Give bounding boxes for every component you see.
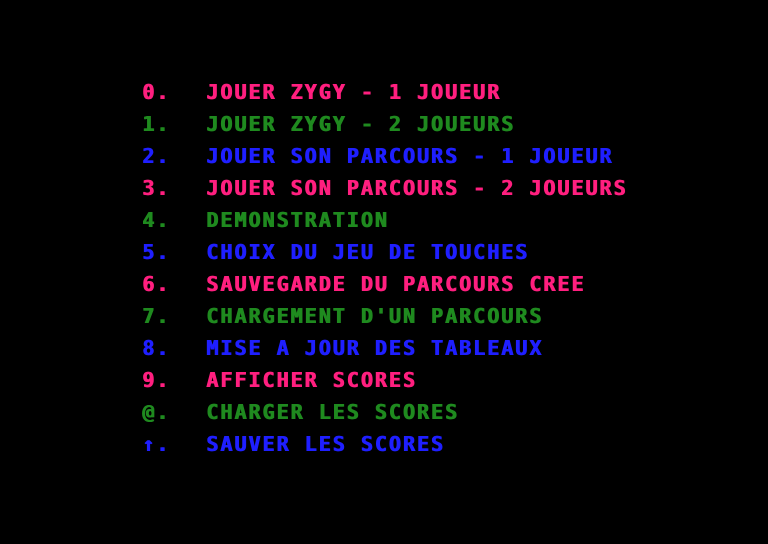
menu-key: 3.	[142, 176, 171, 200]
menu-item-sauver-scores[interactable]: ↑. SAUVER LES SCORES	[142, 428, 627, 460]
menu-label: JOUER SON PARCOURS - 1 JOUEUR	[206, 144, 614, 168]
menu-item-jouer-zygy-2-joueurs[interactable]: 1. JOUER ZYGY - 2 JOUEURS	[142, 108, 627, 140]
menu-label: CHARGEMENT D'UN PARCOURS	[206, 304, 543, 328]
main-menu: 0. JOUER ZYGY - 1 JOUEUR 1. JOUER ZYGY -…	[142, 76, 627, 460]
menu-label: SAUVEGARDE DU PARCOURS CREE	[206, 272, 586, 296]
menu-label: SAUVER LES SCORES	[206, 432, 445, 456]
menu-key: 9.	[142, 368, 171, 392]
menu-key: 6.	[142, 272, 171, 296]
menu-item-choix-touches[interactable]: 5. CHOIX DU JEU DE TOUCHES	[142, 236, 627, 268]
menu-item-jouer-parcours-2-joueurs[interactable]: 3. JOUER SON PARCOURS - 2 JOUEURS	[142, 172, 627, 204]
menu-label: JOUER ZYGY - 1 JOUEUR	[206, 80, 501, 104]
menu-label: CHARGER LES SCORES	[206, 400, 459, 424]
menu-key: 8.	[142, 336, 171, 360]
menu-item-jouer-parcours-1-joueur[interactable]: 2. JOUER SON PARCOURS - 1 JOUEUR	[142, 140, 627, 172]
menu-key: 1.	[142, 112, 171, 136]
menu-item-charger-scores[interactable]: @. CHARGER LES SCORES	[142, 396, 627, 428]
menu-item-mise-a-jour-tableaux[interactable]: 8. MISE A JOUR DES TABLEAUX	[142, 332, 627, 364]
menu-label: MISE A JOUR DES TABLEAUX	[206, 336, 543, 360]
menu-key: 7.	[142, 304, 171, 328]
menu-key: 0.	[142, 80, 171, 104]
game-screen: 0. JOUER ZYGY - 1 JOUEUR 1. JOUER ZYGY -…	[0, 0, 768, 544]
menu-item-afficher-scores[interactable]: 9. AFFICHER SCORES	[142, 364, 627, 396]
menu-item-demonstration[interactable]: 4. DEMONSTRATION	[142, 204, 627, 236]
menu-item-chargement-parcours[interactable]: 7. CHARGEMENT D'UN PARCOURS	[142, 300, 627, 332]
menu-key: 5.	[142, 240, 171, 264]
menu-label: JOUER SON PARCOURS - 2 JOUEURS	[206, 176, 628, 200]
menu-label: AFFICHER SCORES	[206, 368, 417, 392]
menu-key: 2.	[142, 144, 171, 168]
menu-item-sauvegarde-parcours[interactable]: 6. SAUVEGARDE DU PARCOURS CREE	[142, 268, 627, 300]
menu-item-jouer-zygy-1-joueur[interactable]: 0. JOUER ZYGY - 1 JOUEUR	[142, 76, 627, 108]
menu-label: DEMONSTRATION	[206, 208, 389, 232]
menu-key: ↑.	[142, 432, 171, 456]
menu-key: 4.	[142, 208, 171, 232]
menu-key: @.	[142, 400, 171, 424]
menu-label: CHOIX DU JEU DE TOUCHES	[206, 240, 529, 264]
menu-label: JOUER ZYGY - 2 JOUEURS	[206, 112, 515, 136]
